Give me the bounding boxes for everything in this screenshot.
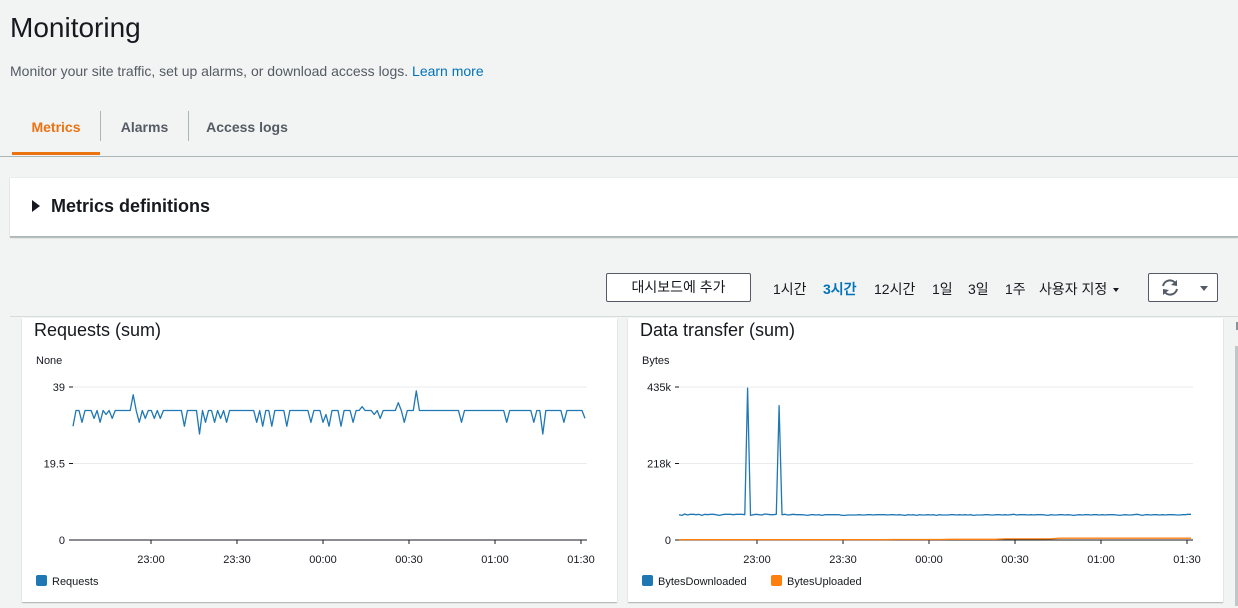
caret-right-icon <box>32 200 40 212</box>
charts-top-border <box>10 316 1238 317</box>
metrics-definitions-label: Metrics definitions <box>51 196 211 216</box>
y-unit-label: Bytes <box>642 355 670 367</box>
tab-metrics[interactable]: Metrics <box>12 100 100 155</box>
y-tick-label: 218k <box>647 459 671 471</box>
series-line-bytesuploaded <box>679 537 1191 541</box>
data-transfer-panel: Data transfer (sum) Bytes 0 218k 435k 23:00 2… <box>628 318 1223 602</box>
subtitle-text: Monitor your site traffic, set up alarms… <box>10 63 409 79</box>
refresh-options-button[interactable] <box>1190 273 1218 302</box>
tab-alarms[interactable]: Alarms <box>101 100 188 154</box>
x-tick-label: 01:00 <box>481 554 509 566</box>
legend-label[interactable]: BytesUploaded <box>787 576 862 588</box>
range-custom[interactable]: 사용자 지정 <box>1039 279 1120 299</box>
range-3h[interactable]: 3시간 <box>823 279 857 299</box>
data-transfer-chart: Bytes 0 218k 435k 23:00 23:30 00:00 00:30 01:00 0… <box>642 355 1201 588</box>
x-tick-label: 01:00 <box>1087 554 1115 566</box>
caret-down-icon <box>1113 288 1120 293</box>
x-tick-label: 00:30 <box>1001 554 1029 566</box>
y-tick-label: 0 <box>59 535 65 547</box>
add-to-dashboard-button[interactable]: 대시보드에 추가 <box>606 273 751 302</box>
learn-more-link[interactable]: Learn more <box>412 63 484 79</box>
y-tick-label: 435k <box>647 382 671 394</box>
legend-swatch <box>36 575 47 586</box>
range-custom-label: 사용자 지정 <box>1039 281 1108 297</box>
metrics-definitions-expander[interactable]: Metrics definitions <box>10 177 1238 237</box>
range-3d[interactable]: 3일 <box>968 279 989 299</box>
range-1d[interactable]: 1일 <box>932 279 953 299</box>
y-unit-label: None <box>36 355 62 367</box>
x-tick-label: 23:00 <box>137 554 165 566</box>
x-tick-label: 23:30 <box>829 554 857 566</box>
x-tick-label: 23:00 <box>743 554 771 566</box>
x-tick-label: 00:30 <box>395 554 423 566</box>
tab-access-logs[interactable]: Access logs <box>189 100 305 154</box>
legend-label[interactable]: BytesDownloaded <box>658 576 747 588</box>
requests-chart: None 0 19.5 39 23:00 23:30 00:00 00:30 01:00 01:3… <box>36 355 595 588</box>
y-tick-label: 39 <box>53 382 65 394</box>
legend-swatch <box>642 575 653 586</box>
requests-panel: Requests (sum) None 0 19.5 39 23:00 23:30 00:0… <box>22 318 617 602</box>
y-tick-label: 19.5 <box>44 459 65 471</box>
x-tick-label: 01:30 <box>1173 554 1201 566</box>
page-title: Monitoring <box>10 12 141 43</box>
x-tick-label: 23:30 <box>223 554 251 566</box>
chevron-down-icon <box>1200 286 1208 291</box>
range-12h[interactable]: 12시간 <box>874 279 915 299</box>
legend-swatch <box>771 575 782 586</box>
y-tick-label: 0 <box>665 535 671 547</box>
refresh-button[interactable] <box>1148 273 1192 302</box>
x-tick-label: 00:00 <box>309 554 337 566</box>
tab-bar: Metrics Alarms Access logs <box>0 100 1238 157</box>
range-1w[interactable]: 1주 <box>1005 279 1026 299</box>
x-tick-label: 01:30 <box>567 554 595 566</box>
series-line-requests <box>72 390 586 435</box>
page-subtitle: Monitor your site traffic, set up alarms… <box>10 63 484 79</box>
legend-label[interactable]: Requests <box>52 576 99 588</box>
range-1h[interactable]: 1시간 <box>773 279 807 299</box>
refresh-icon <box>1162 279 1178 296</box>
series-line-bytesdownloaded <box>678 387 1191 517</box>
x-tick-label: 00:00 <box>915 554 943 566</box>
